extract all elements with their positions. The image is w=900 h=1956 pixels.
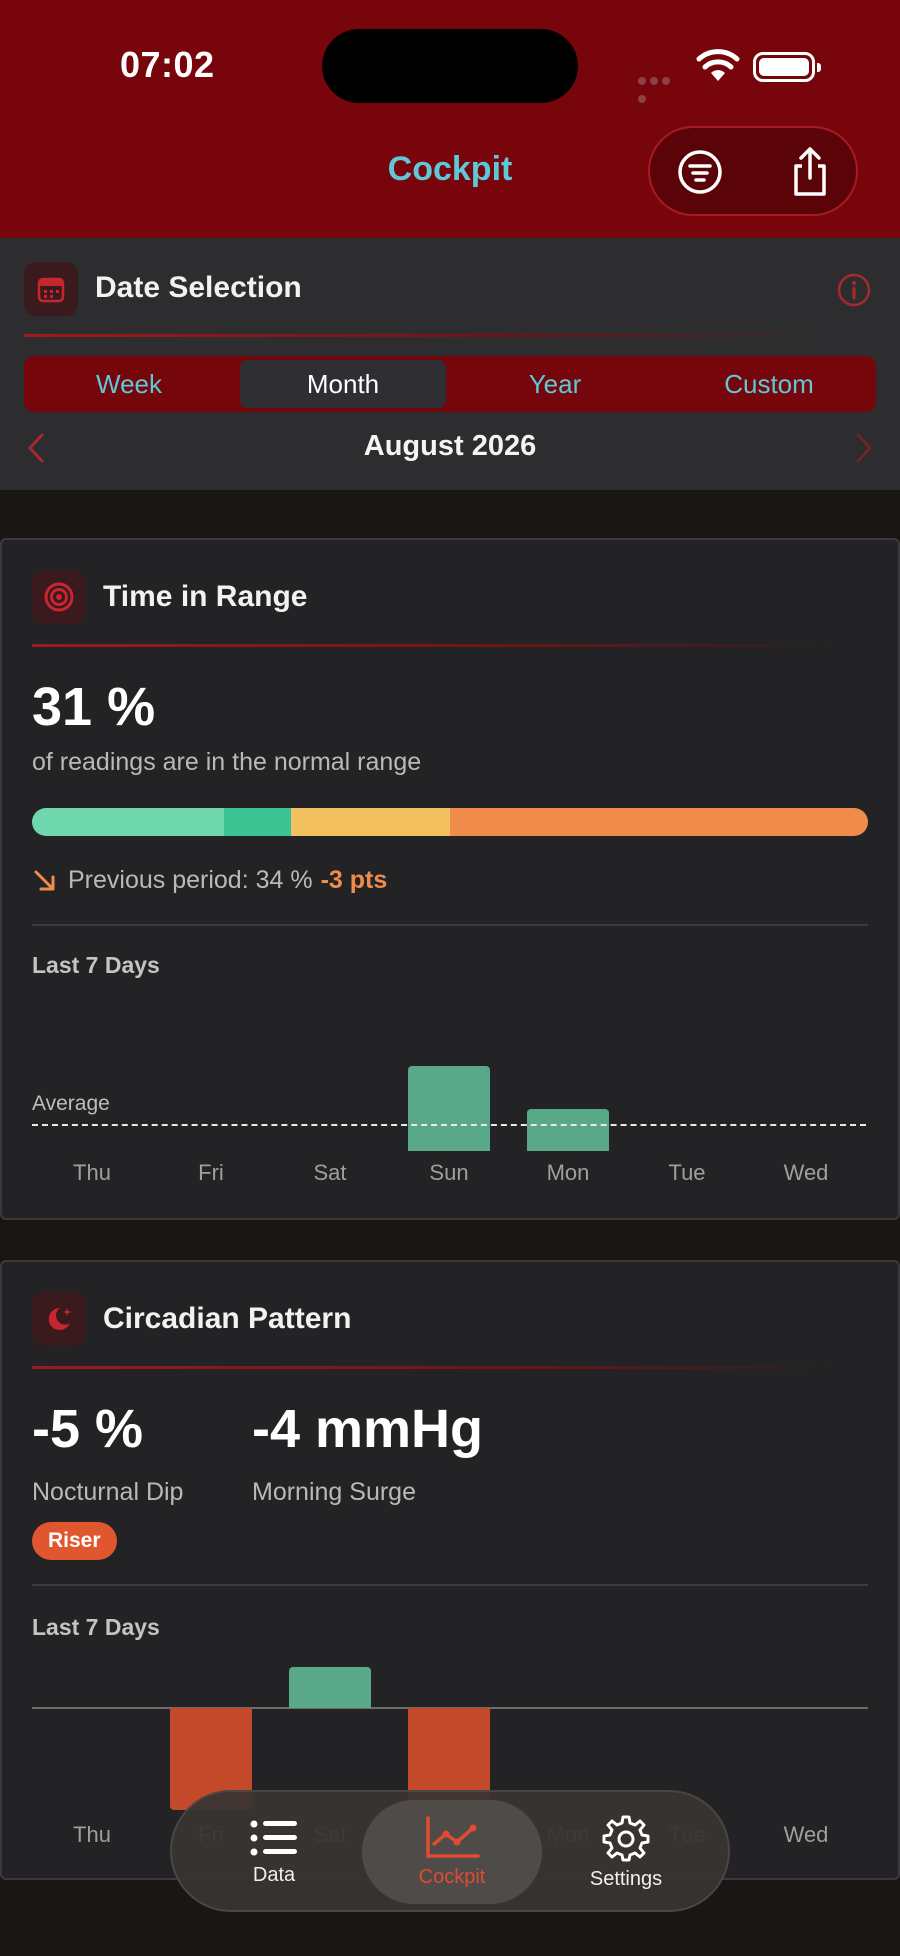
circadian-chart-title: Last 7 Days — [32, 1614, 160, 1640]
section-divider — [24, 334, 824, 337]
trend-down-icon — [34, 870, 55, 890]
tab-custom[interactable]: Custom — [664, 360, 874, 408]
tir-chart-title: Last 7 Days — [32, 952, 160, 978]
time-in-range-value: 31 % — [32, 677, 156, 737]
nav-actions — [648, 126, 858, 216]
day-label-thu: Thu — [73, 1160, 111, 1185]
target-chip — [32, 570, 86, 624]
tab-cockpit-label: Cockpit — [418, 1865, 486, 1888]
day-label-mon: Mon — [546, 1160, 590, 1185]
day-label-wed: Wed — [783, 1160, 829, 1185]
day-label-sun: Sun — [429, 1160, 469, 1185]
day-label-fri: Fri — [198, 1160, 224, 1185]
range-segment-0 — [32, 808, 225, 836]
tab-cockpit[interactable]: Cockpit — [362, 1800, 542, 1904]
chart-icon — [426, 1815, 480, 1858]
target-icon — [44, 582, 74, 612]
tab-year[interactable]: Year — [452, 360, 658, 408]
previous-period-row: Previous period: 34 % -3 pts — [32, 866, 387, 895]
date-selection-title: Date Selection — [95, 271, 302, 304]
calendar-icon — [37, 277, 65, 303]
tab-week[interactable]: Week — [24, 360, 234, 408]
wifi-icon — [696, 49, 740, 81]
previous-period-label: Previous period: 34 % — [68, 866, 313, 894]
circadian-pattern-title: Circadian Pattern — [103, 1302, 352, 1335]
list-icon — [250, 1820, 297, 1855]
cellular-signal-icon — [638, 72, 684, 103]
tab-bar: Data Cockpit Settings — [170, 1790, 730, 1912]
morning-surge-value: -4 mmHg — [252, 1399, 484, 1459]
chart-bar-mon — [527, 1108, 609, 1151]
card-divider — [32, 1584, 868, 1586]
tab-month[interactable]: Month — [240, 360, 446, 408]
tab-settings[interactable]: Settings — [536, 1800, 716, 1904]
share-icon — [794, 147, 826, 196]
section-divider — [32, 644, 832, 647]
tab-data[interactable]: Data — [184, 1800, 364, 1904]
period-segmented-control: Week Month Year Custom — [24, 356, 876, 412]
next-period-chevron-icon[interactable] — [852, 432, 876, 464]
gear-icon — [602, 1815, 650, 1861]
status-time: 07:02 — [120, 44, 215, 85]
day-label-tue: Tue — [668, 1160, 706, 1185]
time-in-range-title: Time in Range — [103, 580, 308, 613]
filter-icon — [678, 150, 722, 194]
chart-bar-sun — [408, 1066, 490, 1151]
nocturnal-dip-value: -5 % — [32, 1399, 144, 1459]
average-reference-line — [32, 1124, 866, 1126]
chart-bar-sat — [289, 1667, 371, 1708]
moon-chip — [32, 1292, 86, 1346]
time-in-range-subtitle: of readings are in the normal range — [32, 748, 422, 776]
day-label-wed: Wed — [783, 1822, 829, 1847]
header: 07:02 Cockpit — [0, 0, 900, 238]
day-label-thu: Thu — [73, 1822, 111, 1847]
morning-surge-label: Morning Surge — [252, 1478, 416, 1506]
range-segment-2 — [291, 808, 450, 836]
range-segment-3 — [449, 808, 868, 836]
section-divider — [32, 1366, 832, 1369]
battery-icon — [753, 52, 821, 82]
range-distribution-bar — [32, 808, 868, 836]
card-divider — [32, 924, 868, 926]
tab-settings-label: Settings — [589, 1867, 663, 1890]
dynamic-island — [322, 29, 578, 103]
tab-data-label: Data — [252, 1863, 296, 1886]
calendar-chip — [24, 262, 78, 316]
range-segment-1 — [224, 808, 292, 836]
info-icon[interactable] — [836, 272, 872, 308]
dipper-status-badge: Riser — [32, 1522, 117, 1560]
delta-badge: -3 pts — [320, 866, 388, 894]
share-button[interactable] — [784, 146, 836, 198]
day-label-sat: Sat — [313, 1160, 347, 1185]
nocturnal-dip-label: Nocturnal Dip — [32, 1478, 184, 1506]
moon-stars-icon — [48, 1307, 71, 1330]
average-label: Average — [32, 1092, 110, 1115]
period-label: August 2026 — [363, 430, 537, 462]
filter-button[interactable] — [674, 146, 726, 198]
